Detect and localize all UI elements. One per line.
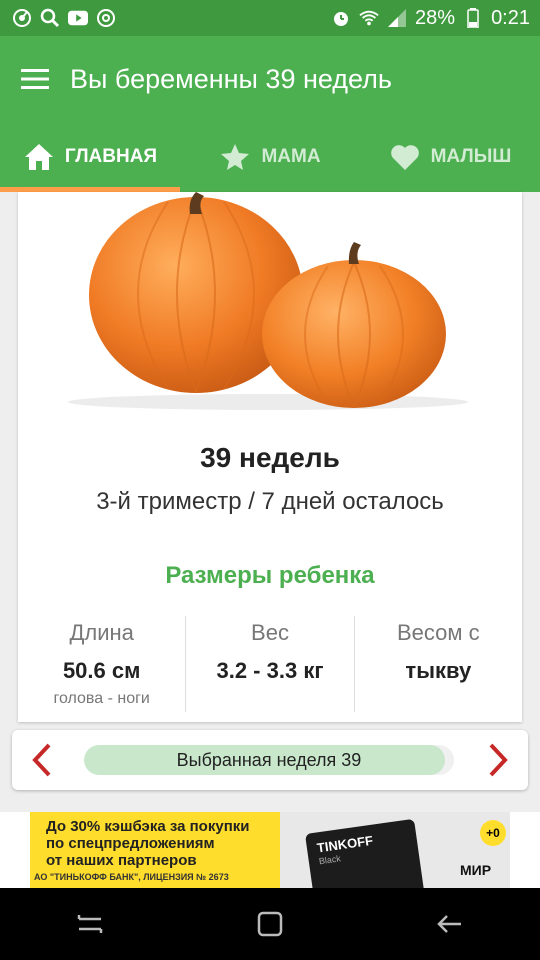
ad-headline-line: от наших партнеров bbox=[46, 852, 197, 869]
wifi-icon bbox=[359, 8, 379, 28]
ad-headline-line: До 30% кэшбэка за покупки bbox=[46, 818, 250, 835]
ad-headline: До 30% кэшбэка за покупки по спецпредлож… bbox=[46, 818, 249, 869]
baby-stats: Длина 50.6 см голова - ноги Вес 3.2 - 3.… bbox=[18, 616, 522, 712]
tab-label: ГЛАВНАЯ bbox=[64, 146, 158, 167]
card-brand: TINKOFF bbox=[315, 832, 374, 856]
trimester-info: 3-й триместр / 7 дней осталось bbox=[96, 488, 444, 515]
status-bar: 28% 0:21 bbox=[0, 0, 540, 36]
tab-mama[interactable]: МАМА bbox=[180, 122, 360, 192]
tab-label: МАМА bbox=[261, 146, 321, 167]
baby-sizes-heading: Размеры ребенка bbox=[165, 562, 375, 589]
app-notification-icon bbox=[12, 8, 32, 28]
stat-value: 3.2 - 3.3 кг bbox=[216, 658, 324, 683]
ad-badge: +0 bbox=[480, 820, 506, 846]
stat-label: Длина bbox=[69, 620, 134, 645]
tab-bar: ГЛАВНАЯ МАМА МАЛЫШ bbox=[0, 122, 540, 192]
ad-headline-line: по спецпредложениям bbox=[46, 835, 215, 852]
search-icon bbox=[40, 8, 60, 28]
week-info-card: 39 недель 3-й триместр / 7 дней осталось… bbox=[18, 192, 522, 722]
tab-baby[interactable]: МАЛЫШ bbox=[360, 122, 540, 192]
stat-size-comparison: Весом с тыкву bbox=[355, 616, 522, 712]
back-icon[interactable] bbox=[420, 894, 480, 954]
card-sub: Black bbox=[318, 853, 342, 867]
heart-icon bbox=[389, 141, 421, 173]
chevron-left-icon[interactable] bbox=[12, 730, 72, 790]
signal-icon bbox=[387, 8, 407, 28]
selected-week-label: Выбранная неделя 39 bbox=[176, 750, 362, 770]
tab-home[interactable]: ГЛАВНАЯ bbox=[0, 122, 180, 192]
ad-banner[interactable]: До 30% кэшбэка за покупки по спецпредлож… bbox=[30, 812, 510, 888]
stat-value: тыкву bbox=[405, 658, 472, 683]
page-title: Вы беременны 39 недель bbox=[70, 63, 392, 94]
stat-value: 50.6 см bbox=[62, 658, 141, 683]
ad-image: TINKOFF Black +0 МИР bbox=[280, 812, 510, 888]
system-navigation-bar bbox=[0, 888, 540, 960]
credit-card-image: TINKOFF Black bbox=[304, 818, 426, 888]
home-button-icon[interactable] bbox=[240, 894, 300, 954]
week-title: 39 недель bbox=[200, 442, 340, 473]
youtube-icon bbox=[68, 8, 88, 28]
stat-length: Длина 50.6 см голова - ноги bbox=[18, 616, 187, 712]
sync-icon bbox=[96, 8, 116, 28]
stat-label: Весом с bbox=[397, 620, 480, 645]
home-icon bbox=[23, 141, 55, 173]
app-toolbar: Вы беременны 39 недель bbox=[0, 36, 540, 122]
star-icon bbox=[219, 141, 251, 173]
ad-fine-print: АО "ТИНЬКОФФ БАНК", ЛИЦЕНЗИЯ № 2673 bbox=[34, 872, 229, 882]
status-bar-right: 28% 0:21 bbox=[331, 7, 530, 30]
hamburger-menu-icon[interactable] bbox=[0, 36, 70, 122]
stat-weight: Вес 3.2 - 3.3 кг bbox=[186, 616, 355, 712]
chevron-right-icon[interactable] bbox=[468, 730, 528, 790]
week-selector: Выбранная неделя 39 bbox=[12, 730, 528, 790]
recent-apps-icon[interactable] bbox=[60, 894, 120, 954]
mir-logo: МИР bbox=[460, 862, 492, 878]
status-bar-left bbox=[12, 8, 116, 28]
tab-label: МАЛЫШ bbox=[430, 146, 512, 167]
pumpkins-image bbox=[68, 192, 468, 410]
week-progress-bar[interactable]: Выбранная неделя 39 bbox=[84, 745, 454, 775]
alarm-icon bbox=[331, 8, 351, 28]
stat-label: Вес bbox=[251, 620, 289, 645]
clock: 0:21 bbox=[491, 6, 530, 29]
ad-container: До 30% кэшбэка за покупки по спецпредлож… bbox=[0, 812, 540, 888]
battery-percent: 28% bbox=[415, 6, 456, 29]
stat-sub: голова - ноги bbox=[53, 690, 150, 707]
battery-icon bbox=[463, 8, 483, 28]
